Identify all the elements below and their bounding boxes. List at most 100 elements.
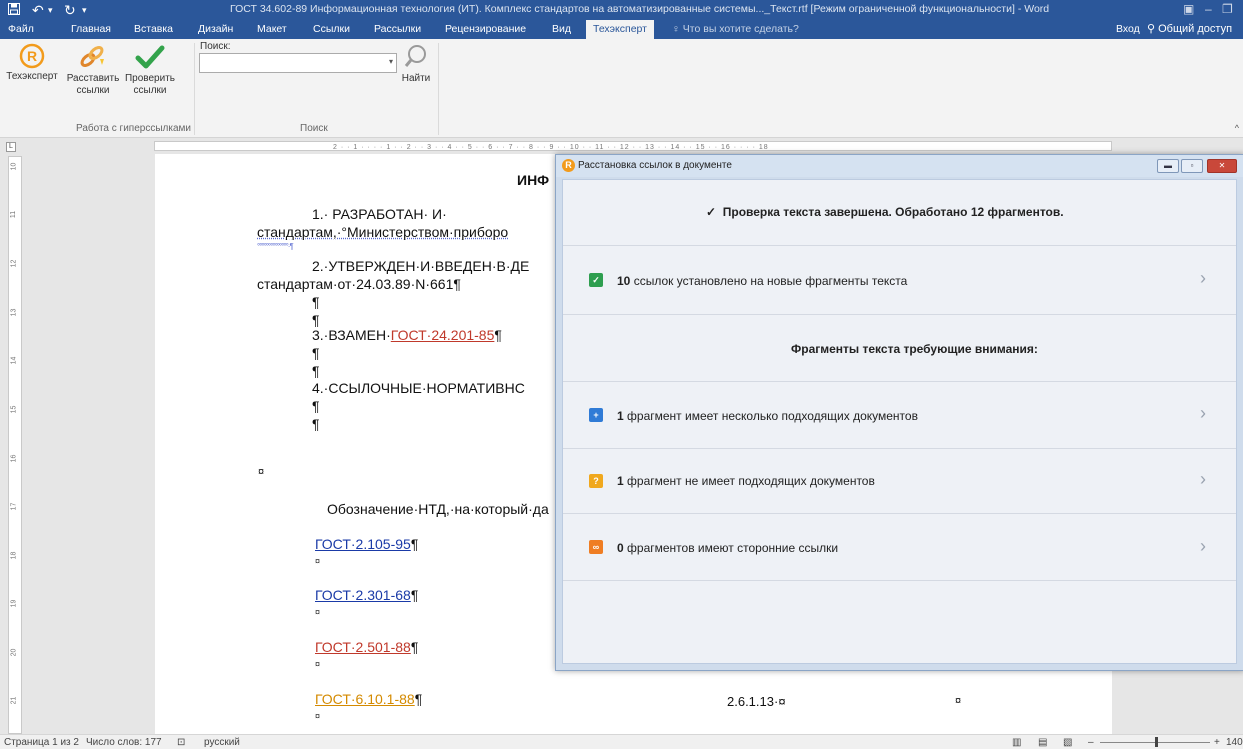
- collapse-ribbon-icon[interactable]: ^: [1235, 123, 1239, 133]
- texexpert-logo-icon: R: [562, 159, 575, 172]
- reference-cell: 2.6.1.13·¤: [727, 694, 786, 709]
- pilcrow: ¶: [414, 691, 423, 707]
- check-summary-text: Проверка текста завершена. Обработано 12…: [722, 205, 1064, 219]
- list-item-no-docs[interactable]: ? 1 фрагмент не имеет подходящих докумен…: [563, 449, 1236, 514]
- chevron-right-icon[interactable]: ›: [1200, 536, 1206, 557]
- zoom-out-icon[interactable]: –: [1088, 737, 1094, 748]
- tab-review[interactable]: Рецензирование: [445, 23, 526, 35]
- document-plus-icon: +: [589, 408, 603, 422]
- external-links-label: фрагментов имеют сторонние ссылки: [627, 541, 839, 555]
- save-icon[interactable]: [8, 1, 20, 19]
- ruler-number: 20: [10, 648, 18, 657]
- document-link-icon: ∞: [589, 540, 603, 554]
- tab-selector-icon[interactable]: L: [6, 142, 16, 152]
- list-item-multiple-docs[interactable]: + 1 фрагмент имеет несколько подходящих …: [563, 382, 1236, 449]
- texexpert-button[interactable]: R Техэксперт: [3, 43, 61, 83]
- dialog-title: Расстановка ссылок в документе: [578, 160, 732, 171]
- check-links-label-2: ссылки: [133, 85, 167, 96]
- cell-marker: ¤: [258, 466, 265, 478]
- search-input[interactable]: ▾: [199, 53, 397, 73]
- gost-link-2-105[interactable]: ГОСТ·2.105-95: [315, 536, 411, 552]
- web-layout-icon[interactable]: ▧: [1063, 737, 1072, 748]
- link-placement-dialog: R Расстановка ссылок в документе ▬ ▫ ✕ ✓…: [555, 154, 1243, 671]
- paragraph-2-line-1: 2.·УТВЕРЖДЕН·И·ВВЕДЕН·В·ДЕ: [312, 258, 530, 274]
- print-layout-icon[interactable]: ▤: [1038, 737, 1047, 748]
- pilcrow: ¶: [312, 363, 320, 379]
- tell-me-text: Что вы хотите сделать?: [682, 23, 799, 35]
- chevron-down-icon[interactable]: ▾: [389, 57, 393, 66]
- chevron-right-icon[interactable]: ›: [1200, 403, 1206, 424]
- gost-link-6-10-1[interactable]: ГОСТ·6.10.1-88: [315, 691, 415, 707]
- horizontal-ruler: 2 · · 1 · · · · 1 · · 2 · · 3 · · 4 · · …: [0, 138, 1243, 154]
- proofing-icon[interactable]: ⊡: [177, 737, 185, 748]
- tab-design[interactable]: Дизайн: [198, 23, 233, 35]
- paragraph-3-prefix: 3.·ВЗАМЕН·: [312, 327, 391, 343]
- list-item-external-links[interactable]: ∞ 0 фрагментов имеют сторонние ссылки ›: [563, 514, 1236, 581]
- ribbon-options-icon[interactable]: ▣: [1183, 2, 1194, 16]
- undo-dropdown-icon[interactable]: ▾: [48, 1, 53, 19]
- find-button[interactable]: Найти: [398, 43, 434, 85]
- zoom-slider-thumb[interactable]: [1155, 737, 1158, 747]
- dialog-body: ✓ Проверка текста завершена. Обработано …: [562, 179, 1237, 664]
- check-links-button[interactable]: Проверить ссылки: [120, 43, 180, 97]
- tab-references[interactable]: Ссылки: [313, 23, 350, 35]
- dialog-close-icon[interactable]: ✕: [1207, 159, 1237, 173]
- ruler-number: 16: [10, 454, 18, 463]
- chevron-right-icon[interactable]: ›: [1200, 469, 1206, 490]
- gost-link-24-201[interactable]: ГОСТ·24.201-85: [391, 327, 495, 343]
- ruler-numbers: 2 · · 1 · · · · 1 · · 2 · · 3 · · 4 · · …: [333, 144, 769, 151]
- table-row: ГОСТ·2.105-95¶: [315, 536, 418, 552]
- vertical-ruler: 10 11 12 13 14 15 16 17 18 19 20 21: [8, 156, 22, 734]
- minimize-icon[interactable]: –: [1205, 2, 1212, 16]
- cell-marker: ¤: [955, 695, 962, 707]
- sign-in-link[interactable]: Вход: [1116, 23, 1140, 35]
- ruler-scale: 2 · · 1 · · · · 1 · · 2 · · 3 · · 4 · · …: [154, 141, 1112, 151]
- dialog-maximize-icon[interactable]: ▫: [1181, 159, 1203, 173]
- word-count[interactable]: Число слов: 177: [86, 737, 162, 748]
- redo-icon[interactable]: ↻: [64, 1, 76, 19]
- place-links-label-2: ссылки: [76, 85, 110, 96]
- new-links-count: 10: [617, 274, 631, 288]
- maximize-icon[interactable]: ❐: [1222, 2, 1233, 16]
- new-links-text: 10 ссылок установлено на новые фрагменты…: [617, 274, 907, 288]
- no-docs-count: 1: [617, 474, 624, 488]
- tab-home[interactable]: Главная: [71, 23, 111, 35]
- gost-link-2-501[interactable]: ГОСТ·2.501-88: [315, 639, 411, 655]
- group-hyperlinks-label: Работа с гиперссылками: [76, 123, 191, 134]
- table-header-cell: Обозначение·НТД,·на·который·да: [327, 501, 549, 517]
- pilcrow: ¶: [312, 345, 320, 361]
- tab-texexpert[interactable]: Техэксперт: [586, 20, 654, 39]
- customize-toolbar-icon[interactable]: ▾: [82, 1, 87, 19]
- table-row: ГОСТ·2.301-68¶: [315, 587, 418, 603]
- tab-mailings[interactable]: Рассылки: [374, 23, 421, 35]
- checkmark-icon: ✓: [706, 205, 723, 219]
- place-links-button[interactable]: Расставить ссылки: [64, 43, 122, 97]
- tab-layout[interactable]: Макет: [257, 23, 287, 35]
- external-links-count: 0: [617, 541, 624, 555]
- chevron-right-icon[interactable]: ›: [1200, 268, 1206, 289]
- tell-me-box[interactable]: ♀ Что вы хотите сделать?: [672, 23, 799, 35]
- language-indicator[interactable]: русский: [204, 737, 240, 748]
- ribbon: R Техэксперт Расставить ссылки Проверить…: [0, 39, 1243, 138]
- zoom-level[interactable]: 140%: [1226, 737, 1243, 748]
- zoom-in-icon[interactable]: +: [1214, 737, 1220, 748]
- tab-insert[interactable]: Вставка: [134, 23, 173, 35]
- pilcrow: ¶: [312, 294, 320, 310]
- dialog-minimize-icon[interactable]: ▬: [1157, 159, 1179, 173]
- ruler-number: 18: [10, 551, 18, 560]
- pilcrow: ¶: [410, 536, 419, 552]
- pilcrow: ¶: [312, 312, 320, 328]
- lightbulb-icon: ♀: [672, 23, 683, 35]
- gost-link-2-301[interactable]: ГОСТ·2.301-68: [315, 587, 411, 603]
- list-item-new-links[interactable]: ✓ 10 ссылок установлено на новые фрагмен…: [563, 246, 1236, 315]
- status-bar: Страница 1 из 2 Число слов: 177 ⊡ русски…: [0, 734, 1243, 749]
- page-count[interactable]: Страница 1 из 2: [4, 737, 79, 748]
- paragraph-1-line-1: 1.· РАЗРАБОТАН· И·: [312, 206, 447, 222]
- pilcrow: ¶: [494, 327, 502, 343]
- read-mode-icon[interactable]: ▥: [1012, 737, 1021, 748]
- undo-icon[interactable]: ↶: [32, 1, 44, 19]
- tab-file[interactable]: Файл: [8, 23, 34, 35]
- share-button[interactable]: ⚲ Общий доступ: [1147, 22, 1232, 35]
- tab-view[interactable]: Вид: [552, 23, 571, 35]
- attention-heading: Фрагменты текста требующие внимания:: [791, 342, 1038, 356]
